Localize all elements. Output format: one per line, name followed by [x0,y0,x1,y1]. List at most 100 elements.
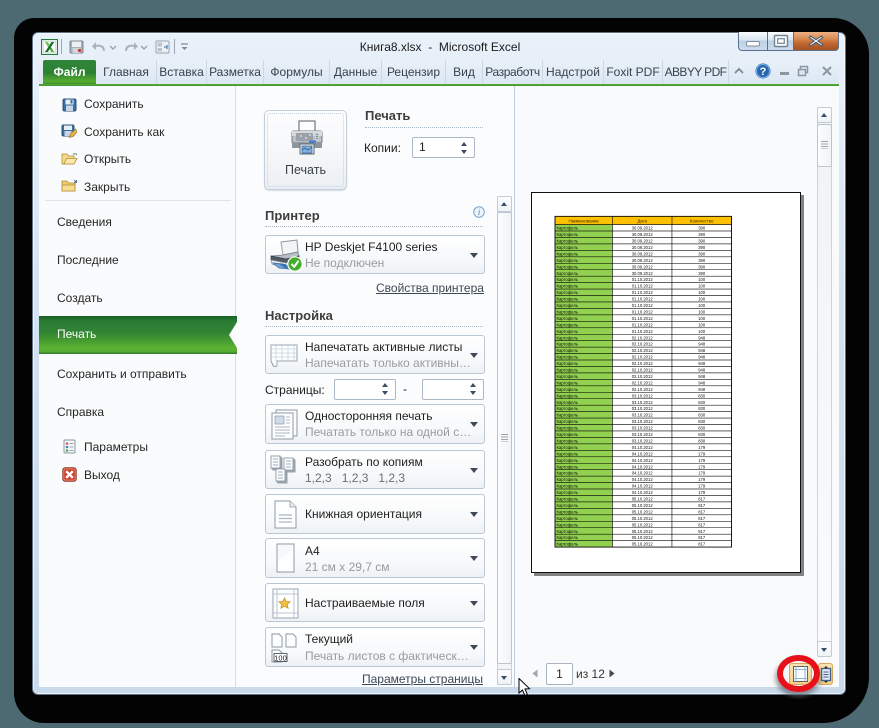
svg-text:02.10.2012: 02.10.2012 [631,354,653,359]
svg-text:04.10.2012: 04.10.2012 [631,470,653,475]
svg-text:30.09.2012: 30.09.2012 [631,225,653,230]
svg-text:03.10.2012: 03.10.2012 [631,425,653,430]
svg-text:02.10.2012: 02.10.2012 [631,380,653,385]
svg-text:179: 179 [698,464,706,469]
svg-text:Картофель: Картофель [556,309,578,314]
svg-text:01.10.2012: 01.10.2012 [631,309,653,314]
svg-text:01.10.2012: 01.10.2012 [631,328,653,333]
svg-text:830: 830 [698,406,706,411]
svg-text:05.10.2012: 05.10.2012 [631,509,653,514]
svg-text:100: 100 [698,277,706,282]
svg-text:02.10.2012: 02.10.2012 [631,367,653,372]
svg-text:Картофель: Картофель [556,522,578,527]
svg-text:Картофель: Картофель [556,412,578,417]
svg-text:Картофель: Картофель [556,290,578,295]
svg-text:Картофель: Картофель [556,509,578,514]
svg-text:Картофель: Картофель [556,502,578,507]
svg-text:Картофель: Картофель [556,380,578,385]
svg-text:01.10.2012: 01.10.2012 [631,296,653,301]
svg-text:817: 817 [698,509,706,514]
svg-text:02.10.2012: 02.10.2012 [631,361,653,366]
svg-text:03.10.2012: 03.10.2012 [631,419,653,424]
svg-text:100: 100 [698,328,706,333]
svg-text:Картофель: Картофель [556,457,578,462]
svg-text:01.10.2012: 01.10.2012 [631,283,653,288]
svg-text:05.10.2012: 05.10.2012 [631,541,653,546]
svg-text:Картофель: Картофель [556,386,578,391]
svg-text:Картофель: Картофель [556,406,578,411]
svg-text:179: 179 [698,483,706,488]
svg-text:Картофель: Картофель [556,232,578,237]
svg-text:01.10.2012: 01.10.2012 [631,290,653,295]
svg-text:Картофель: Картофель [556,373,578,378]
svg-text:830: 830 [698,425,706,430]
svg-text:04.10.2012: 04.10.2012 [631,451,653,456]
svg-text:817: 817 [698,502,706,507]
svg-text:30.09.2012: 30.09.2012 [631,232,653,237]
svg-text:03.10.2012: 03.10.2012 [631,393,653,398]
svg-text:Картофель: Картофель [556,477,578,482]
svg-text:?: ? [760,66,767,78]
svg-text:948: 948 [698,335,706,340]
svg-text:830: 830 [698,432,706,437]
svg-text:100: 100 [698,322,706,327]
svg-text:02.10.2012: 02.10.2012 [631,335,653,340]
svg-text:03.10.2012: 03.10.2012 [631,432,653,437]
svg-text:100: 100 [698,309,706,314]
svg-text:Картофель: Картофель [556,535,578,540]
svg-text:04.10.2012: 04.10.2012 [631,490,653,495]
svg-text:Картофель: Картофель [556,393,578,398]
svg-text:Картофель: Картофель [556,425,578,430]
svg-text:Картофель: Картофель [556,225,578,230]
svg-text:100: 100 [698,290,706,295]
svg-text:04.10.2012: 04.10.2012 [631,444,653,449]
svg-text:390: 390 [698,257,706,262]
svg-text:948: 948 [698,380,706,385]
svg-text:01.10.2012: 01.10.2012 [631,322,653,327]
svg-text:03.10.2012: 03.10.2012 [631,438,653,443]
svg-text:Картофель: Картофель [556,322,578,327]
svg-text:948: 948 [698,354,706,359]
svg-text:04.10.2012: 04.10.2012 [631,477,653,482]
svg-text:Картофель: Картофель [556,432,578,437]
svg-text:Наименование: Наименование [568,218,599,223]
svg-text:Картофель: Картофель [556,303,578,308]
svg-text:Картофель: Картофель [556,270,578,275]
svg-text:30.09.2012: 30.09.2012 [631,244,653,249]
svg-text:Картофель: Картофель [556,483,578,488]
svg-text:390: 390 [698,232,706,237]
svg-text:390: 390 [698,270,706,275]
svg-text:830: 830 [698,412,706,417]
svg-text:948: 948 [698,341,706,346]
svg-text:100: 100 [698,303,706,308]
svg-text:Картофель: Картофель [556,296,578,301]
svg-text:01.10.2012: 01.10.2012 [631,315,653,320]
svg-text:Картофель: Картофель [556,541,578,546]
svg-text:390: 390 [698,225,706,230]
svg-text:817: 817 [698,541,706,546]
svg-text:03.10.2012: 03.10.2012 [631,412,653,417]
svg-text:30.09.2012: 30.09.2012 [631,264,653,269]
svg-text:817: 817 [698,528,706,533]
svg-text:Картофель: Картофель [556,399,578,404]
svg-text:830: 830 [698,393,706,398]
svg-text:02.10.2012: 02.10.2012 [631,386,653,391]
svg-text:830: 830 [698,438,706,443]
svg-text:05.10.2012: 05.10.2012 [631,515,653,520]
svg-text:30.09.2012: 30.09.2012 [631,270,653,275]
svg-text:Картофель: Картофель [556,515,578,520]
svg-text:05.10.2012: 05.10.2012 [631,535,653,540]
svg-text:100: 100 [698,296,706,301]
svg-text:390: 390 [698,244,706,249]
svg-text:Картофель: Картофель [556,277,578,282]
svg-text:100: 100 [274,654,287,663]
svg-text:Картофель: Картофель [556,361,578,366]
svg-text:01.10.2012: 01.10.2012 [631,303,653,308]
svg-text:179: 179 [698,451,706,456]
svg-text:Картофель: Картофель [556,328,578,333]
svg-text:179: 179 [698,444,706,449]
svg-text:02.10.2012: 02.10.2012 [631,348,653,353]
svg-text:02.10.2012: 02.10.2012 [631,341,653,346]
svg-text:Количество: Количество [689,218,713,223]
svg-text:948: 948 [698,386,706,391]
